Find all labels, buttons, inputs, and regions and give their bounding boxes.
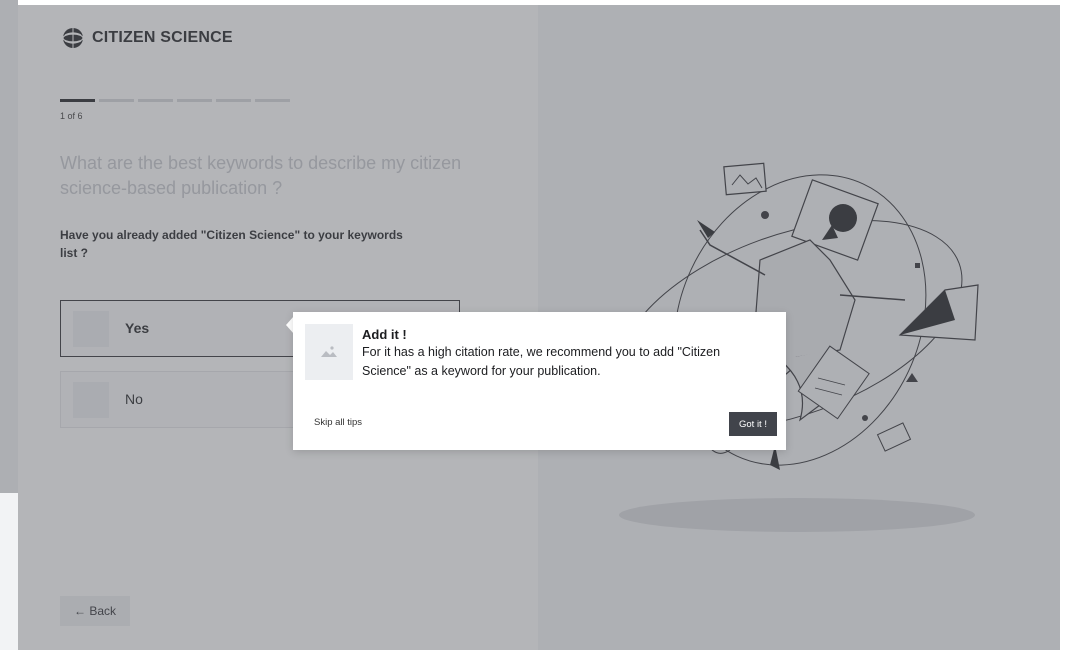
got-it-button[interactable]: Got it ! xyxy=(729,412,777,436)
skip-all-tips-link[interactable]: Skip all tips xyxy=(314,417,362,428)
tip-body: For it has a high citation rate, we reco… xyxy=(362,345,721,378)
onboarding-screen: CITIZEN SCIENCE 1 of 6 What are the best… xyxy=(0,0,1071,650)
image-placeholder-icon xyxy=(305,324,353,380)
right-margin xyxy=(1060,0,1071,650)
tip-title: Add it ! xyxy=(362,327,407,342)
modal-overlay-edge xyxy=(0,0,18,493)
tip-popover: Add it ! For it has a high citation rate… xyxy=(293,312,786,450)
